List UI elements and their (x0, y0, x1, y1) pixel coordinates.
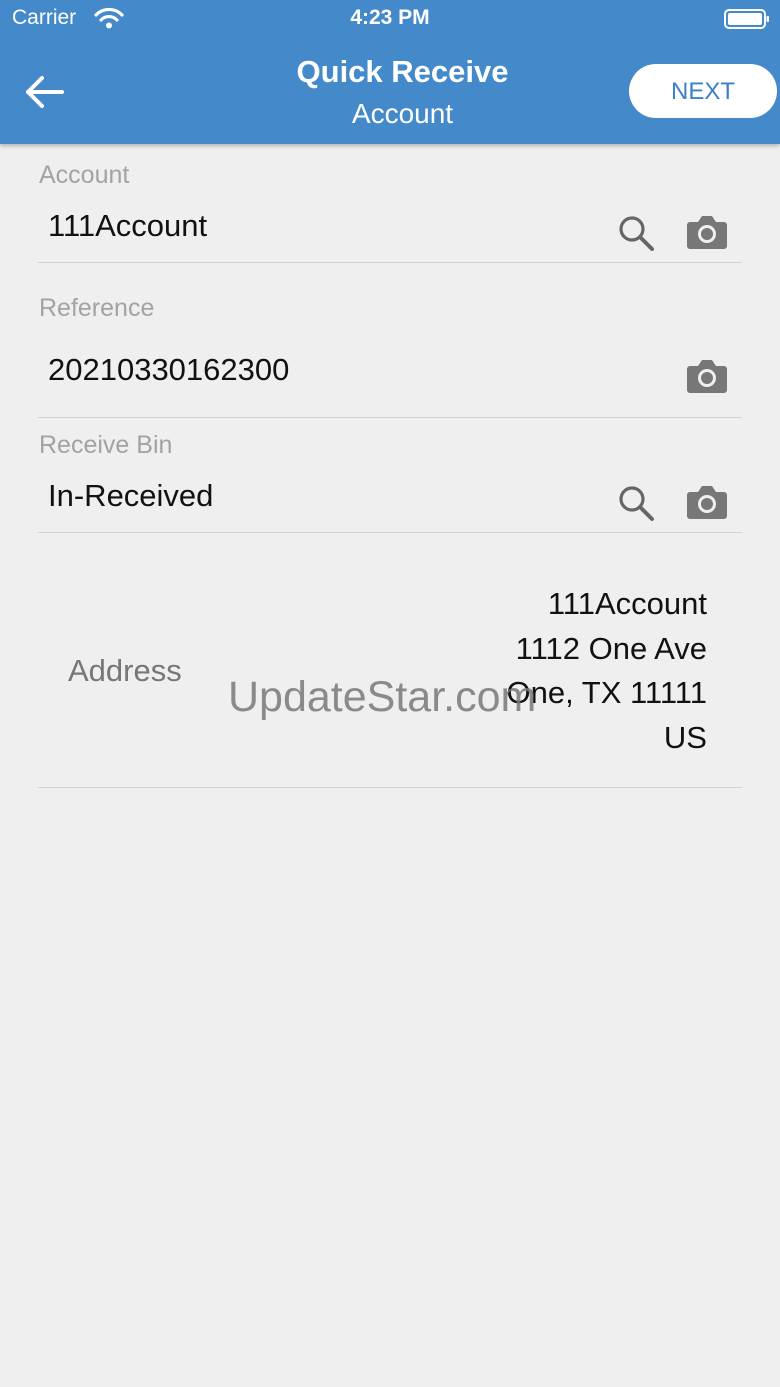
account-input[interactable]: 111Account (48, 208, 207, 244)
camera-icon[interactable] (686, 214, 728, 250)
receive-bin-label: Receive Bin (39, 431, 173, 459)
address-line-4: US (663, 720, 707, 755)
next-button[interactable]: NEXT (629, 64, 777, 118)
camera-icon[interactable] (686, 484, 728, 520)
reference-input[interactable]: 20210330162300 (48, 352, 289, 388)
address-divider (38, 787, 742, 788)
page-title: Quick Receive (296, 54, 509, 89)
arrow-left-icon[interactable] (22, 70, 66, 114)
reference-label: Reference (39, 294, 155, 322)
receive-bin-input[interactable]: In-Received (48, 478, 213, 514)
battery-icon (724, 9, 769, 29)
watermark-text: UpdateStar.com (228, 673, 537, 721)
receive-bin-divider (38, 532, 742, 533)
camera-icon[interactable] (686, 358, 728, 394)
search-icon[interactable] (616, 483, 656, 523)
account-divider (38, 262, 742, 263)
status-time: 4:23 PM (350, 6, 430, 29)
address-line-2: 1112 One Ave (515, 631, 707, 666)
address-line-3: One, TX 11111 (506, 675, 708, 710)
reference-divider (38, 417, 742, 418)
account-label: Account (39, 161, 130, 189)
page-subtitle: Account (351, 98, 454, 129)
address-line-1: 111Account (547, 586, 707, 621)
search-icon[interactable] (616, 213, 656, 253)
navigation-bar: Carrier 4:23 PM Quick Receive Account NE… (0, 0, 780, 144)
address-label: Address (68, 653, 182, 688)
